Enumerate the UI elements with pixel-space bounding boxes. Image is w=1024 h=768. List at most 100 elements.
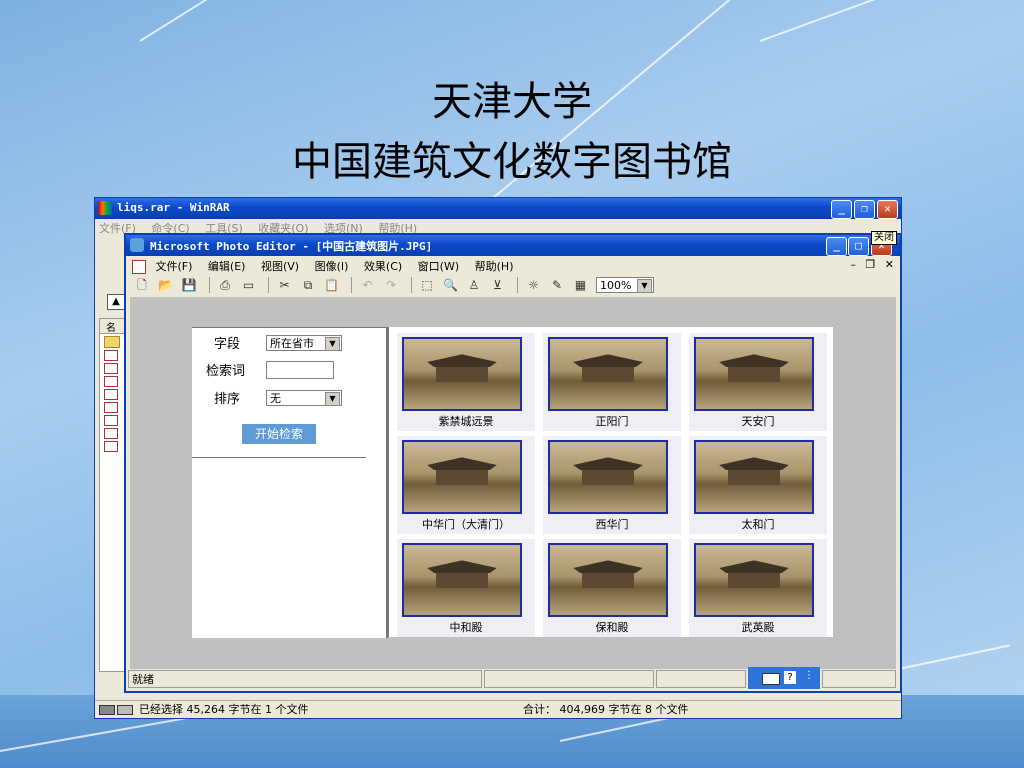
winrar-statusbar: 已经选择 45,264 字节在 1 个文件 合计： 404,969 字节在 8 … [95, 700, 901, 718]
file-icon[interactable] [104, 428, 118, 439]
save-icon[interactable]: 💾 [181, 277, 197, 293]
doc-minimize-icon[interactable]: – [850, 258, 856, 271]
status-total: 合计： 404,969 字节在 8 个文件 [523, 703, 689, 716]
search-panel: 字段 所在省市 ▼ 检索词 排序 无 ▼ 开始检索 [192, 327, 388, 638]
zoom-value: 100% [600, 279, 632, 292]
redo-icon[interactable]: ↷ [383, 277, 399, 293]
gallery-item[interactable]: 中和殿 [397, 539, 535, 637]
gallery-photo[interactable] [402, 337, 522, 411]
photo-editor-titlebar[interactable]: Microsoft Photo Editor - [中国古建筑图片.JPG] _… [126, 231, 900, 256]
pe-menu-help[interactable]: 帮助(H) [475, 260, 514, 273]
file-icon[interactable] [104, 441, 118, 452]
file-icon[interactable] [104, 402, 118, 413]
gallery-item[interactable]: 西华门 [543, 436, 681, 534]
gallery-photo[interactable] [694, 440, 814, 514]
scan-icon[interactable]: ▭ [241, 277, 257, 293]
zoom-select[interactable]: 100% ▼ [596, 277, 654, 293]
gallery-caption: 正阳门 [595, 415, 629, 428]
pe-menu-edit[interactable]: 编辑(E) [208, 260, 246, 273]
slide-title-line1: 天津大学 [432, 79, 592, 125]
chevron-down-icon[interactable]: ▼ [325, 337, 340, 351]
doc-restore-icon[interactable]: ❐ [865, 258, 875, 271]
drive-icon [99, 705, 115, 715]
key-icon [117, 705, 133, 715]
tray-options-icon[interactable]: ⋮ [804, 670, 814, 681]
sort-select[interactable]: 无 ▼ [266, 390, 342, 406]
chevron-down-icon[interactable]: ▼ [637, 279, 652, 293]
pe-menu-window[interactable]: 窗口(W) [418, 260, 459, 273]
file-icon[interactable] [104, 389, 118, 400]
select-icon[interactable]: ⬚ [419, 277, 435, 293]
file-icon[interactable] [104, 350, 118, 361]
gallery-photo[interactable] [694, 337, 814, 411]
gallery-photo[interactable] [548, 337, 668, 411]
gallery-caption: 西华门 [595, 518, 629, 531]
copy-icon[interactable]: ⧉ [300, 277, 316, 293]
bg-streak [139, 0, 582, 42]
winrar-titlebar[interactable]: liqs.rar - WinRAR _ ❐ ✕ [95, 198, 901, 219]
sort-label: 排序 [214, 392, 241, 407]
search-button[interactable]: 开始检索 [242, 424, 316, 444]
restore-button[interactable]: ❐ [854, 200, 875, 219]
pe-menu-file[interactable]: 文件(F) [156, 260, 193, 273]
zoom-icon[interactable]: 🔍 [443, 277, 459, 293]
gallery-photo[interactable] [402, 440, 522, 514]
toolbar-separator [268, 277, 269, 293]
file-icon[interactable] [104, 415, 118, 426]
image-properties-icon[interactable]: ▦ [573, 277, 589, 293]
gallery-item[interactable]: 保和殿 [543, 539, 681, 637]
folder-icon[interactable] [104, 336, 120, 348]
open-icon[interactable]: 📂 [158, 277, 174, 293]
pe-menu-image[interactable]: 图像(I) [315, 260, 349, 273]
gallery-photo[interactable] [548, 543, 668, 617]
gallery-item[interactable]: 武英殿 [689, 539, 827, 637]
doc-icon[interactable] [132, 260, 146, 274]
pen-icon[interactable]: ✎ [549, 277, 565, 293]
up-folder-button[interactable]: ▲ [107, 294, 125, 310]
help-icon[interactable]: ? [784, 671, 796, 684]
status-pane [822, 670, 896, 688]
gallery-item[interactable]: 正阳门 [543, 333, 681, 431]
toolbar-separator [410, 277, 412, 293]
paste-icon[interactable]: 📋 [324, 277, 340, 293]
gallery-item[interactable]: 中华门（大清门） [397, 436, 535, 534]
toolbar-separator [208, 277, 210, 293]
minimize-button[interactable]: _ [831, 200, 852, 219]
doc-window-controls: – ❐ ✕ [850, 258, 894, 271]
cut-icon[interactable]: ✂ [277, 277, 293, 293]
gallery-item[interactable]: 紫禁城远景 [397, 333, 535, 431]
bg-streak [759, 0, 1005, 42]
keyboard-icon[interactable] [762, 673, 780, 685]
slide-title-line2: 中国建筑文化数字图书馆 [292, 139, 732, 185]
pe-menu-view[interactable]: 视图(V) [261, 260, 299, 273]
gallery-caption: 武英殿 [741, 621, 775, 634]
gallery-photo[interactable] [402, 543, 522, 617]
gallery-item[interactable]: 天安门 [689, 333, 827, 431]
pe-maximize-button[interactable]: □ [848, 237, 869, 256]
undo-icon[interactable]: ↶ [360, 277, 376, 293]
file-icon[interactable] [104, 376, 118, 387]
new-icon[interactable]: 🗋 [134, 277, 150, 293]
pe-statusbar: 就绪 ? ⋮ [126, 667, 900, 689]
photo-editor-window: Microsoft Photo Editor - [中国古建筑图片.JPG] _… [124, 231, 902, 693]
gallery-photo[interactable] [548, 440, 668, 514]
pe-menu-effects[interactable]: 效果(C) [364, 260, 402, 273]
pe-minimize-button[interactable]: _ [826, 237, 847, 256]
field-select[interactable]: 所在省市 ▼ [266, 335, 342, 351]
file-icon[interactable] [104, 363, 118, 374]
toolbar-separator [351, 277, 352, 293]
close-button[interactable]: ✕ [877, 200, 898, 219]
stamp-icon[interactable]: ♙ [466, 277, 482, 293]
brightness-icon[interactable]: ☼ [526, 277, 542, 293]
gallery-caption: 中和殿 [449, 621, 483, 634]
gallery-panel: 紫禁城远景 正阳门 天安门 中华门（大清门） 西华门 太和门 中和殿 保和殿 武… [388, 327, 833, 637]
doc-close-icon[interactable]: ✕ [885, 258, 894, 271]
keyword-input[interactable] [266, 361, 334, 379]
list-header[interactable]: 名 [100, 319, 126, 334]
crop-icon[interactable]: ⊻ [490, 277, 506, 293]
gallery-item[interactable]: 太和门 [689, 436, 827, 534]
chevron-down-icon[interactable]: ▼ [325, 392, 340, 406]
print-icon[interactable]: ⎙ [217, 277, 233, 293]
field-value: 所在省市 [270, 337, 314, 350]
gallery-photo[interactable] [694, 543, 814, 617]
